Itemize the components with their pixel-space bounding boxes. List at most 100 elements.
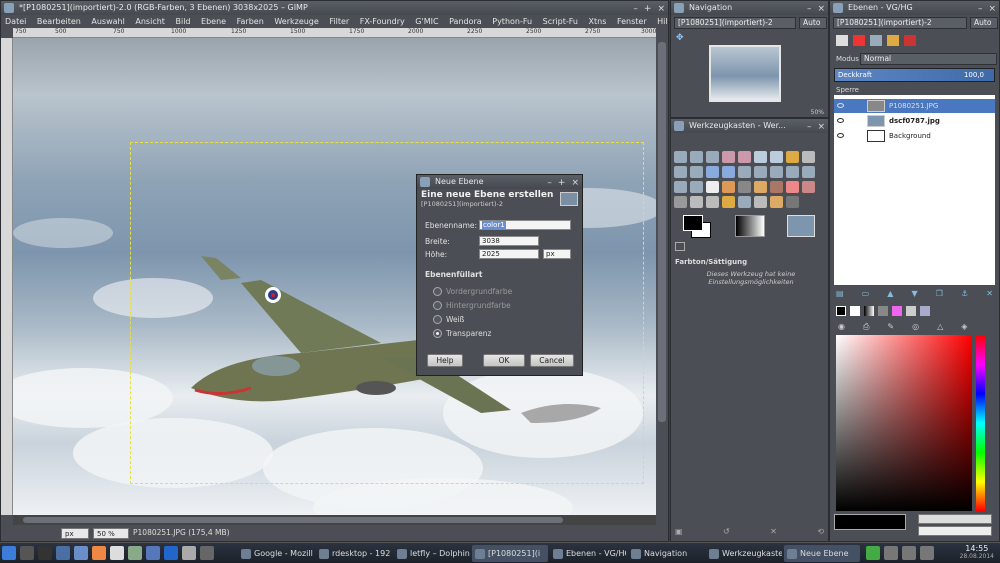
menu-fx-foundry[interactable]: FX-Foundry bbox=[360, 17, 405, 26]
vertical-ruler[interactable] bbox=[1, 38, 13, 515]
color-picker-button[interactable] bbox=[918, 514, 992, 524]
app-icon[interactable] bbox=[110, 546, 124, 560]
perspective-icon[interactable] bbox=[802, 166, 815, 178]
task-firefox[interactable]: Google - Mozill bbox=[238, 545, 314, 562]
auto-button[interactable]: Auto bbox=[799, 17, 827, 29]
menu-ebene[interactable]: Ebene bbox=[201, 17, 226, 26]
radio-foreground[interactable] bbox=[433, 287, 442, 296]
smudge-icon[interactable] bbox=[754, 196, 767, 208]
channels-tab-icon[interactable] bbox=[853, 35, 865, 46]
new-layer-icon[interactable]: ▤ bbox=[836, 289, 844, 298]
move-tool-icon[interactable] bbox=[706, 166, 719, 178]
scale-icon[interactable] bbox=[770, 166, 783, 178]
toolbox-titlebar[interactable]: Werkzeugkasten - Wer... – × bbox=[671, 119, 828, 133]
hue-strip[interactable] bbox=[976, 335, 985, 511]
maximize-icon[interactable]: + bbox=[644, 2, 652, 15]
eye-icon[interactable] bbox=[837, 103, 844, 108]
close-icon[interactable]: × bbox=[817, 120, 825, 133]
palette-icon[interactable] bbox=[906, 306, 916, 316]
menu-bearbeiten[interactable]: Bearbeiten bbox=[37, 17, 81, 26]
layer-row[interactable]: dscf0787.jpg bbox=[834, 114, 995, 128]
pager-icon[interactable] bbox=[200, 546, 214, 560]
minimize-icon[interactable]: – bbox=[547, 176, 552, 189]
kde-menu-icon[interactable] bbox=[2, 546, 16, 560]
eye-icon[interactable] bbox=[837, 133, 844, 138]
current-color-swatch[interactable] bbox=[834, 514, 906, 530]
flip-icon[interactable] bbox=[674, 181, 687, 193]
layer-row[interactable]: P1080251.JPG bbox=[834, 99, 995, 113]
magenta-icon[interactable] bbox=[892, 306, 902, 316]
free-select-icon[interactable] bbox=[706, 151, 719, 163]
ink-icon[interactable] bbox=[674, 196, 687, 208]
menu-python-fu[interactable]: Python-Fu bbox=[492, 17, 532, 26]
close-icon[interactable]: × bbox=[571, 176, 579, 189]
lower-layer-icon[interactable]: ▼ bbox=[912, 289, 918, 298]
cmyk-icon[interactable]: ◈ bbox=[961, 322, 967, 332]
foreground-color-swatch[interactable] bbox=[683, 215, 703, 231]
help-button[interactable]: Help bbox=[427, 354, 463, 367]
gimp-launcher-icon[interactable] bbox=[128, 546, 142, 560]
clone-icon[interactable] bbox=[690, 196, 703, 208]
vertical-scrollbar[interactable] bbox=[656, 28, 668, 515]
horizontal-scrollbar[interactable] bbox=[13, 515, 656, 525]
minimize-icon[interactable]: – bbox=[807, 2, 812, 15]
raise-layer-icon[interactable]: ▲ bbox=[887, 289, 893, 298]
radio-background[interactable] bbox=[433, 301, 442, 310]
color-picker-icon[interactable] bbox=[802, 151, 815, 163]
measure-icon[interactable] bbox=[690, 166, 703, 178]
cancel-button[interactable]: Cancel bbox=[530, 354, 574, 367]
task-gimp[interactable]: [P1080251](i bbox=[472, 545, 548, 562]
color-square[interactable] bbox=[836, 335, 972, 511]
menu-werkzeuge[interactable]: Werkzeuge bbox=[274, 17, 318, 26]
zoom-select[interactable]: 50 % bbox=[93, 528, 129, 539]
hex-input[interactable] bbox=[918, 526, 992, 536]
reset-options-icon[interactable]: ⟲ bbox=[817, 527, 824, 537]
color-wheel-icon[interactable]: ◎ bbox=[912, 322, 919, 332]
office-icon[interactable] bbox=[146, 546, 160, 560]
layer-name-input[interactable]: color1 bbox=[479, 220, 571, 230]
anchor-layer-icon[interactable]: ⚓ bbox=[961, 289, 968, 298]
menu-farben[interactable]: Farben bbox=[237, 17, 264, 26]
close-icon[interactable]: × bbox=[817, 2, 825, 15]
crop-icon[interactable] bbox=[738, 166, 751, 178]
menu-hilfe[interactable]: Hilfe bbox=[657, 17, 668, 26]
menu-bild[interactable]: Bild bbox=[175, 17, 190, 26]
dialog-titlebar[interactable]: Neue Ebene – + × bbox=[417, 175, 582, 189]
unit-select[interactable]: px bbox=[543, 249, 571, 259]
cage-icon[interactable] bbox=[690, 181, 703, 193]
layers-tab-icon[interactable] bbox=[836, 35, 848, 46]
delete-options-icon[interactable]: ✕ bbox=[770, 527, 777, 537]
menu-ansicht[interactable]: Ansicht bbox=[135, 17, 165, 26]
minimize-icon[interactable]: – bbox=[807, 120, 812, 133]
brushes-tab-icon[interactable] bbox=[904, 35, 916, 46]
bucket-fill-icon[interactable] bbox=[722, 181, 735, 193]
height-spinner[interactable]: 2025 bbox=[479, 249, 539, 259]
duplicate-layer-icon[interactable]: ❐ bbox=[936, 289, 943, 298]
auto-button[interactable]: Auto bbox=[970, 17, 998, 29]
scales-icon[interactable] bbox=[920, 306, 930, 316]
foreground-select-icon[interactable] bbox=[770, 151, 783, 163]
task-dolphin[interactable]: letfly – Dolphin bbox=[394, 545, 470, 562]
clock[interactable]: 14:55 28.08.2014 bbox=[960, 544, 994, 560]
rect-select-icon[interactable] bbox=[674, 151, 687, 163]
navigation-preview[interactable] bbox=[709, 45, 781, 102]
minimize-icon[interactable]: – bbox=[633, 2, 638, 15]
radio-white[interactable] bbox=[433, 315, 442, 324]
blur-icon[interactable] bbox=[738, 196, 751, 208]
close-icon[interactable]: × bbox=[988, 2, 996, 15]
fg-swatch-icon[interactable] bbox=[836, 306, 846, 316]
gimp-titlebar[interactable]: *[P1080251](importiert)-2.0 (RGB-Farben,… bbox=[1, 1, 668, 15]
align-icon[interactable] bbox=[722, 166, 735, 178]
minimize-icon[interactable]: – bbox=[978, 2, 983, 15]
menu-datei[interactable]: Datei bbox=[5, 17, 26, 26]
browser-icon[interactable] bbox=[164, 546, 178, 560]
settings-icon[interactable] bbox=[182, 546, 196, 560]
eraser-icon[interactable] bbox=[786, 181, 799, 193]
scissors-icon[interactable] bbox=[754, 151, 767, 163]
tray-network-icon[interactable] bbox=[884, 546, 898, 560]
file-manager-icon[interactable] bbox=[56, 546, 70, 560]
desktop-icon[interactable] bbox=[20, 546, 34, 560]
brush-preview[interactable] bbox=[735, 215, 765, 237]
task-rdesktop[interactable]: rdesktop - 192 bbox=[316, 545, 392, 562]
image-combo[interactable]: [P1080251](importiert)-2 bbox=[674, 17, 796, 29]
